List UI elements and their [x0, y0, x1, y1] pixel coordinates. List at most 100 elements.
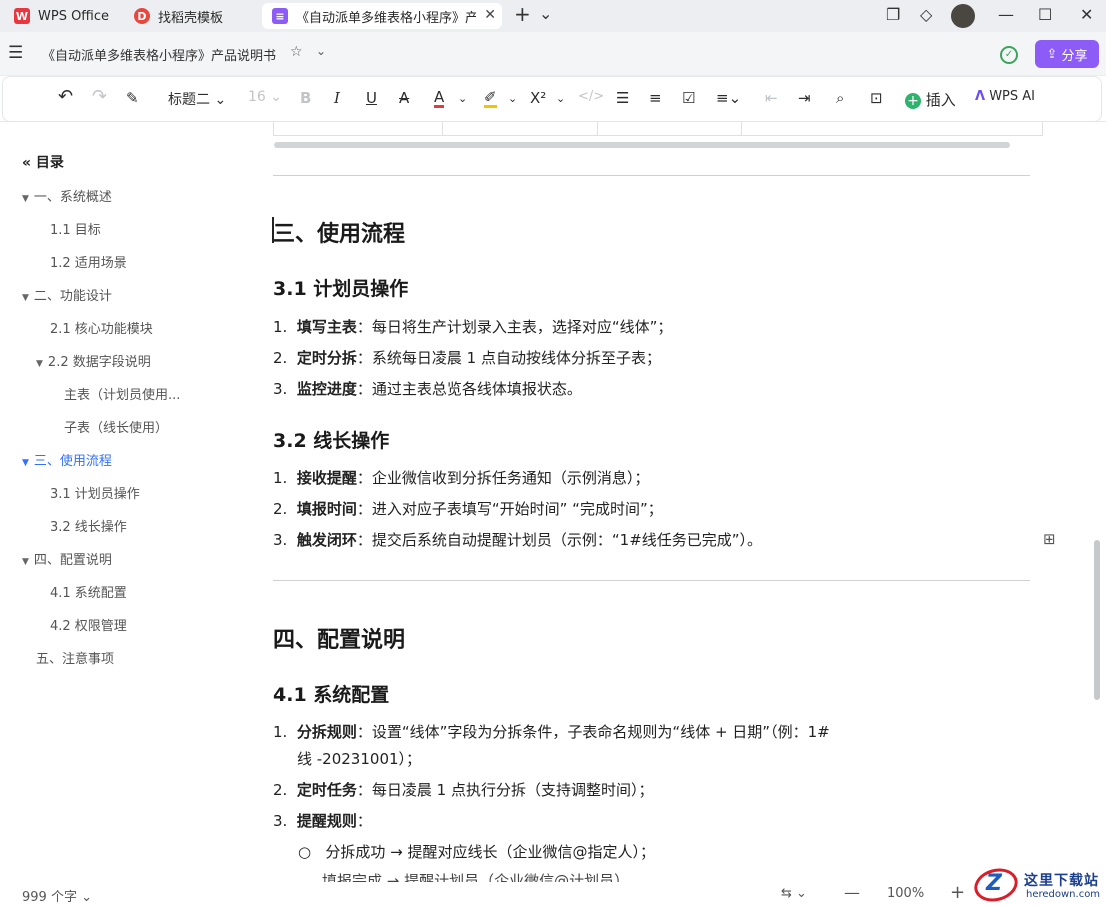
chevron-down-icon[interactable]: ⌄ — [556, 92, 565, 105]
new-tab-button[interactable]: + — [514, 2, 531, 26]
list-number: 1. — [273, 469, 288, 487]
toc-header[interactable]: « 目录 — [22, 152, 64, 172]
search-icon[interactable]: ⌕ — [836, 89, 844, 107]
document-title[interactable]: 《自动派单多维表格小程序》产品说明书 — [42, 45, 276, 64]
strikethrough-icon[interactable]: A — [399, 89, 409, 107]
collapse-icon[interactable]: « — [22, 155, 31, 171]
code-icon[interactable]: </> — [578, 89, 604, 104]
document-bar: ☰ 《自动派单多维表格小程序》产品说明书 ☆ ⌄ ✓ ⇪ 分享 — [0, 32, 1106, 76]
chevron-down-icon[interactable]: ⌄ — [316, 44, 326, 58]
list-item[interactable]: 2. 定时分拆：系统每日凌晨 1 点自动按线体分拆至子表； — [273, 347, 661, 368]
sub-list-item[interactable]: ○ 分拆成功 → 提醒对应线长（企业微信@指定人）； — [298, 841, 655, 862]
zoom-in-icon[interactable]: + — [950, 882, 965, 903]
redo-icon[interactable]: ↷ — [92, 86, 107, 107]
toc-item[interactable]: ▼ 2.2 数据字段说明 — [36, 351, 151, 370]
table-horizontal-scrollbar[interactable] — [274, 142, 1010, 148]
tab-docer-templates[interactable]: D 找稻壳模板 — [124, 3, 250, 29]
tab-current-document[interactable]: ≡ 《自动派单多维表格小程序》产品 ✕ — [262, 3, 502, 29]
cube-icon[interactable]: ◇ — [920, 5, 932, 24]
close-button[interactable]: ✕ — [1080, 5, 1093, 24]
add-comment-icon[interactable]: ⊞ — [1043, 530, 1056, 548]
avatar[interactable] — [951, 4, 975, 28]
expand-caret-icon[interactable]: ▼ — [36, 359, 43, 369]
wps-ai-button[interactable]: Λ WPS AI — [975, 89, 1035, 104]
star-icon[interactable]: ☆ — [290, 44, 303, 60]
section-heading[interactable]: 四、配置说明 — [273, 622, 405, 654]
comment-icon[interactable]: ⊡ — [870, 89, 883, 107]
zoom-level[interactable]: 100% — [887, 886, 924, 901]
list-item[interactable]: 2. 填报时间：进入对应子表填写“开始时间” “完成时间”； — [273, 498, 663, 519]
list-item-continuation[interactable]: 线 -20231001）； — [297, 748, 421, 769]
list-text: ：每日将生产计划录入主表，选择对应“线体”； — [356, 318, 673, 336]
docer-icon: D — [134, 8, 150, 24]
toc-item[interactable]: 2.1 核心功能模块 — [50, 318, 153, 337]
toc-item[interactable]: 3.1 计划员操作 — [50, 483, 140, 502]
chevron-down-icon[interactable]: ⌄ — [458, 92, 467, 105]
checklist-icon[interactable]: ☑ — [682, 89, 695, 107]
tab-wps-office[interactable]: W WPS Office — [4, 3, 116, 29]
toc-item[interactable]: 1.1 目标 — [50, 219, 101, 238]
menu-icon[interactable]: ☰ — [8, 43, 23, 63]
list-item[interactable]: 3. 触发闭环：提交后系统自动提醒计划员（示例：“1#线任务已完成”）。 — [273, 529, 762, 550]
highlight-icon[interactable]: ✐ — [484, 89, 497, 108]
align-icon[interactable]: ≡⌄ — [716, 89, 741, 107]
section-heading[interactable]: 三、使用流程 — [273, 216, 405, 248]
list-item[interactable]: 1. 分拆规则：设置“线体”字段为分拆条件，子表命名规则为“线体 + 日期”（例… — [273, 721, 830, 742]
list-text: ：企业微信收到分拆任务通知（示例消息）； — [356, 469, 650, 487]
font-color-icon[interactable]: A — [434, 89, 445, 108]
subsection-heading[interactable]: 3.1 计划员操作 — [273, 274, 408, 301]
toc-item[interactable]: 4.2 权限管理 — [50, 615, 127, 634]
share-button[interactable]: ⇪ 分享 — [1035, 40, 1099, 68]
list-item[interactable]: 2. 定时任务：每日凌晨 1 点执行分拆（支持调整时间）； — [273, 779, 653, 800]
toc-item[interactable]: 4.1 系统配置 — [50, 582, 127, 601]
vertical-scrollbar[interactable] — [1094, 540, 1100, 700]
view-mode-icon[interactable]: ⇆ ⌄ — [781, 886, 807, 901]
list-number: 3. — [273, 380, 288, 398]
chevron-down-icon[interactable]: ⌄ — [539, 4, 552, 23]
cut-off-list-item[interactable]: 填报完成 → 提醒计划员（企业微信@计划员） — [322, 870, 629, 882]
document-canvas[interactable]: 三、使用流程 3.1 计划员操作 1. 填写主表：每日将生产计划录入主表，选择对… — [250, 122, 1095, 882]
underline-icon[interactable]: U — [366, 89, 377, 107]
expand-caret-icon[interactable]: ▼ — [22, 557, 29, 567]
undo-icon[interactable]: ↶ — [58, 86, 73, 107]
cloud-saved-icon[interactable]: ✓ — [1000, 46, 1018, 64]
subsection-heading[interactable]: 4.1 系统配置 — [273, 680, 389, 707]
insert-button[interactable]: + 插入 — [905, 89, 956, 110]
toc-item[interactable]: 3.2 线长操作 — [50, 516, 127, 535]
toc-item[interactable]: ▼ 四、配置说明 — [22, 549, 112, 568]
toc-item[interactable]: 主表（计划员使用... — [64, 384, 180, 403]
chevron-down-icon[interactable]: ⌄ — [508, 92, 517, 105]
subsection-heading[interactable]: 3.2 线长操作 — [273, 426, 389, 453]
toc-item[interactable]: ▼ 一、系统概述 — [22, 186, 112, 205]
minimize-button[interactable]: — — [998, 5, 1014, 24]
toc-item[interactable]: ▼ 二、功能设计 — [22, 285, 112, 304]
list-bold-term: 定时分拆 — [296, 349, 357, 367]
toc-item[interactable]: 1.2 适用场景 — [50, 252, 127, 271]
zoom-out-icon[interactable]: — — [844, 883, 860, 902]
bold-icon[interactable]: B — [300, 89, 311, 107]
close-tab-icon[interactable]: ✕ — [484, 7, 496, 23]
word-count[interactable]: 999 个字 ⌄ — [22, 886, 92, 905]
numbered-list-icon[interactable]: ≡ — [649, 89, 662, 107]
paragraph-style-select[interactable]: 标题二 ⌄ — [168, 89, 226, 109]
superscript-icon[interactable]: X² — [530, 89, 546, 107]
indent-icon[interactable]: ⇥ — [798, 89, 811, 107]
expand-caret-icon[interactable]: ▼ — [22, 293, 29, 303]
list-item[interactable]: 3. 提醒规则： — [273, 810, 372, 831]
list-item[interactable]: 3. 监控进度：通过主表总览各线体填报状态。 — [273, 378, 582, 399]
font-size-select[interactable]: 16 ⌄ — [248, 89, 282, 105]
expand-caret-icon[interactable]: ▼ — [22, 458, 29, 468]
bullet-icon: ○ — [298, 843, 312, 861]
italic-icon[interactable]: I — [334, 89, 340, 107]
list-item[interactable]: 1. 接收提醒：企业微信收到分拆任务通知（示例消息）； — [273, 467, 649, 488]
format-painter-icon[interactable]: ✎ — [126, 89, 139, 107]
toc-item-active[interactable]: ▼ 三、使用流程 — [22, 450, 112, 469]
toc-item[interactable]: 子表（线长使用） — [64, 417, 168, 436]
maximize-button[interactable]: ☐ — [1038, 5, 1052, 24]
outdent-icon[interactable]: ⇤ — [765, 89, 778, 107]
toc-item[interactable]: 五、注意事项 — [36, 648, 114, 667]
list-item[interactable]: 1. 填写主表：每日将生产计划录入主表，选择对应“线体”； — [273, 316, 672, 337]
window-restore-icon[interactable]: ❐ — [886, 5, 900, 24]
expand-caret-icon[interactable]: ▼ — [22, 194, 29, 204]
bullet-list-icon[interactable]: ☰ — [616, 89, 629, 107]
